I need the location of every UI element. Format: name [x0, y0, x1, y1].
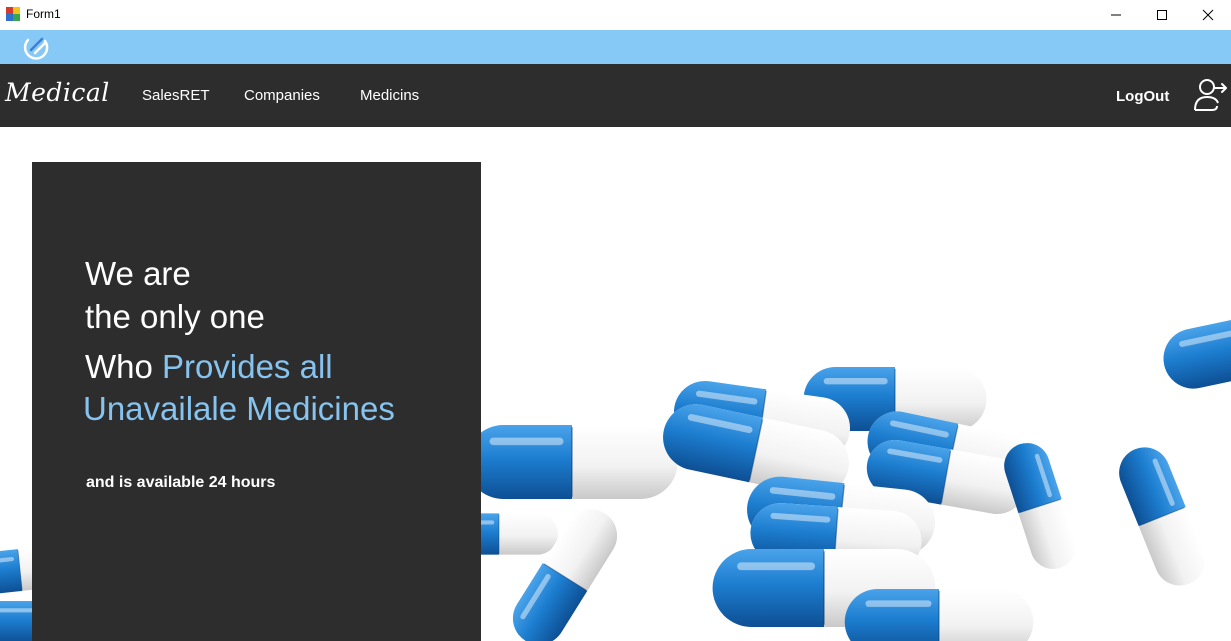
logout-button[interactable]: LogOut [1116, 88, 1169, 105]
hero-line-4: Unavailale Medicines [83, 390, 395, 427]
user-logout-icon[interactable] [1192, 78, 1228, 112]
minimize-icon [1111, 14, 1121, 16]
hero-line-1: We are [85, 255, 191, 292]
nav-sales-ret[interactable]: SalesRET [142, 87, 210, 104]
maximize-button[interactable] [1139, 0, 1185, 30]
hero-section: We are the only one Who Provides all Una… [0, 127, 1231, 641]
hero-line-2: the only one [85, 298, 265, 335]
maximize-icon [1157, 10, 1167, 20]
hero-subtext: and is available 24 hours [86, 474, 276, 491]
nav-companies[interactable]: Companies [244, 87, 320, 104]
hero-line-3-accent: Provides all [162, 348, 333, 385]
app-logo-icon [23, 37, 49, 60]
window-title: Form1 [26, 7, 61, 21]
main-navbar: Medical SalesRET Companies Medicins LogO… [0, 64, 1231, 127]
hero-line-3: Who Provides all [85, 348, 333, 386]
app-icon [6, 7, 20, 21]
top-strip [0, 30, 1231, 64]
brand-logo: Medical [5, 78, 110, 107]
window-titlebar: Form1 [0, 0, 1231, 30]
hero-text-panel: We are the only one Who Provides all Una… [32, 162, 481, 641]
close-icon [1202, 9, 1214, 21]
minimize-button[interactable] [1093, 0, 1139, 30]
close-button[interactable] [1185, 0, 1231, 30]
hero-line-3-prefix: Who [85, 348, 163, 385]
nav-medicins[interactable]: Medicins [360, 87, 419, 104]
